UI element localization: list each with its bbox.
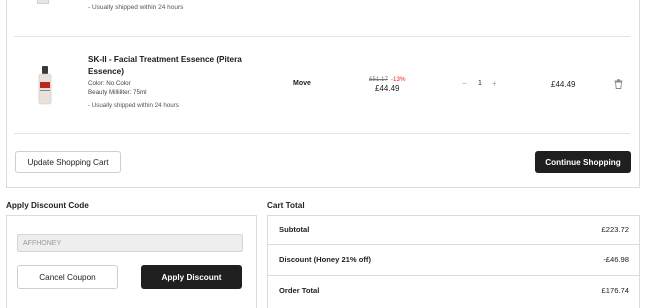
total-row-divider <box>268 275 639 276</box>
quantity-value[interactable]: 1 <box>478 80 482 87</box>
quantity-increase-button[interactable]: + <box>492 79 497 88</box>
update-cart-button[interactable]: Update Shopping Cart <box>15 151 121 173</box>
subtotal-label: Subtotal <box>279 225 310 234</box>
apply-discount-button[interactable]: Apply Discount <box>141 265 242 289</box>
line-total: £44.49 <box>551 80 576 89</box>
discount-section-title: Apply Discount Code <box>6 201 89 210</box>
trash-icon[interactable] <box>614 79 623 89</box>
item-divider <box>14 36 630 37</box>
product-image[interactable] <box>34 64 56 108</box>
actions-divider <box>14 133 630 134</box>
discount-label: Discount (Honey 21% off) <box>279 255 371 264</box>
total-row-divider <box>268 244 639 245</box>
sale-price: £44.49 <box>375 84 400 93</box>
quantity-decrease-button[interactable]: − <box>462 79 467 88</box>
product-color: Color: No Color <box>88 80 131 87</box>
discount-value: -£46.98 <box>603 255 629 264</box>
shipping-note: - Usually shipped within 24 hours <box>88 102 179 109</box>
continue-shopping-button[interactable]: Continue Shopping <box>535 151 631 173</box>
previous-product-thumbnail[interactable] <box>37 0 49 4</box>
product-size: Beauty Milliliter: 75ml <box>88 89 147 96</box>
move-link[interactable]: Move <box>293 80 311 87</box>
discount-panel <box>6 215 257 308</box>
coupon-code-field[interactable] <box>17 234 243 252</box>
product-name[interactable]: SK-II - Facial Treatment Essence (Pitera… <box>88 54 258 78</box>
discount-percent: -13% <box>391 76 406 83</box>
original-price: £51.17 <box>369 76 388 83</box>
order-total-label: Order Total <box>279 286 320 295</box>
cancel-coupon-button[interactable]: Cancel Coupon <box>17 265 118 289</box>
previous-item-shipping-note: - Usually shipped within 24 hours <box>88 4 184 11</box>
subtotal-value: £223.72 <box>601 225 629 234</box>
order-total-value: £176.74 <box>601 286 629 295</box>
cart-total-title: Cart Total <box>267 201 305 210</box>
